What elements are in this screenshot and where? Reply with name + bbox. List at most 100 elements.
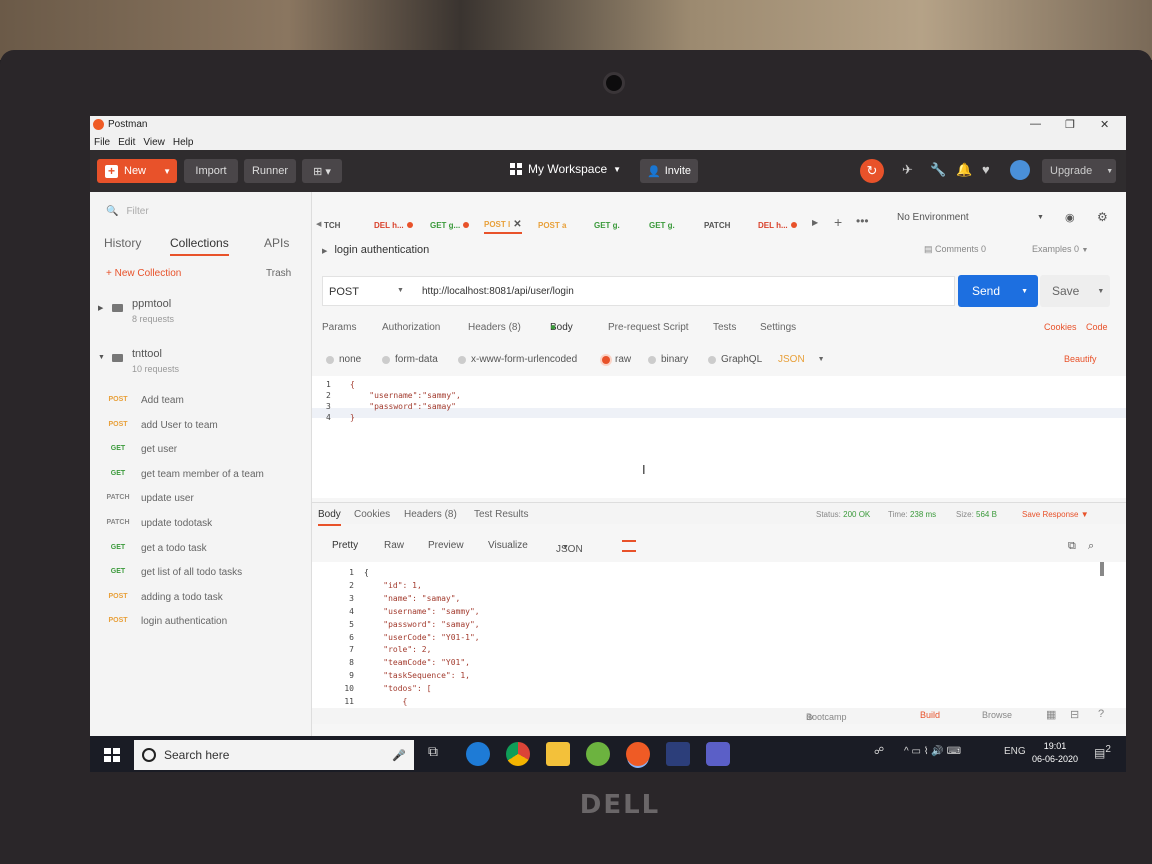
tab-apis[interactable]: APIs bbox=[264, 236, 289, 250]
request-tab[interactable]: TCH bbox=[324, 216, 340, 234]
radio-raw[interactable]: raw bbox=[602, 354, 631, 365]
view-raw[interactable]: Raw bbox=[384, 540, 404, 551]
request-tab[interactable]: GET g... bbox=[430, 216, 470, 234]
chevron-right-icon[interactable]: ▶ bbox=[812, 218, 818, 227]
more-icon[interactable]: ••• bbox=[856, 214, 869, 228]
menu-view[interactable]: View bbox=[143, 137, 165, 148]
upgrade-button[interactable]: Upgrade ▼ bbox=[1042, 159, 1116, 183]
body-format-select[interactable]: JSON ▼ bbox=[778, 354, 825, 365]
copy-icon[interactable]: ⧉ bbox=[1068, 540, 1076, 553]
taskbar-search[interactable]: Search here 🎤 bbox=[134, 740, 414, 770]
tab-response-headers[interactable]: Headers (8) bbox=[404, 509, 457, 520]
radio-none[interactable]: none bbox=[326, 354, 361, 365]
build-link[interactable]: Build bbox=[920, 710, 940, 720]
code-link[interactable]: Code bbox=[1086, 322, 1108, 332]
search-icon[interactable]: ⌕ bbox=[1088, 540, 1094, 553]
chevron-down-icon[interactable]: ▼ bbox=[163, 167, 171, 176]
tab-test-results[interactable]: Test Results bbox=[474, 509, 528, 520]
avatar[interactable] bbox=[1010, 160, 1030, 180]
chevron-right-icon[interactable]: ▶ bbox=[322, 248, 327, 255]
help-icon[interactable]: ? bbox=[1098, 708, 1104, 720]
task-view-icon[interactable]: ⧉ bbox=[428, 743, 438, 760]
environment-selector[interactable]: No Environment ▼ ◉ ⚙ bbox=[897, 210, 1108, 224]
wrench-icon[interactable]: 🔧 bbox=[930, 162, 946, 178]
two-pane-icon[interactable]: ⊟ bbox=[1070, 708, 1079, 721]
request-body-editor[interactable]: 1 {2 "username":"sammy", 3 "password":"sam… bbox=[312, 376, 1126, 498]
system-tray-icons[interactable]: ^ ▭ ⌇ 🔊 ⌨ bbox=[904, 746, 961, 757]
list-item[interactable]: PATCH update user bbox=[90, 488, 312, 512]
request-tab[interactable]: GET g. bbox=[594, 216, 620, 234]
heart-icon[interactable]: ♥ bbox=[982, 162, 990, 177]
save-button[interactable]: Save ▼ bbox=[1040, 275, 1110, 307]
code-line[interactable]: } bbox=[350, 413, 355, 422]
list-item[interactable]: GET get team member of a team bbox=[90, 464, 312, 488]
request-tab[interactable]: PATCH bbox=[704, 216, 730, 234]
notification-icon[interactable]: ▤2 bbox=[1094, 744, 1111, 760]
send-button[interactable]: Send ▼ bbox=[958, 275, 1038, 307]
examples-dropdown[interactable]: Examples 0 ▼ bbox=[1032, 244, 1088, 254]
method-select[interactable]: POST bbox=[329, 286, 359, 298]
import-button[interactable]: Import bbox=[184, 159, 238, 183]
eye-icon[interactable]: ◉ bbox=[1065, 211, 1075, 224]
list-item[interactable]: POST adding a todo task bbox=[90, 587, 312, 611]
menu-file[interactable]: File bbox=[94, 137, 110, 148]
close-icon[interactable]: ✕ bbox=[513, 219, 521, 230]
view-pretty[interactable]: Pretty bbox=[332, 540, 358, 551]
gear-icon[interactable]: ⚙ bbox=[1097, 210, 1108, 224]
wrap-lines-icon[interactable] bbox=[622, 540, 636, 552]
view-visualize[interactable]: Visualize bbox=[488, 540, 528, 551]
file-explorer-icon[interactable] bbox=[546, 742, 570, 766]
edge-icon[interactable] bbox=[466, 742, 490, 766]
comments-link[interactable]: ▤ Comments 0 bbox=[924, 244, 986, 255]
collection-tnttool[interactable]: ▼ tnttool 10 requests bbox=[98, 348, 298, 380]
sync-icon[interactable]: ↻ bbox=[860, 159, 884, 183]
radio-graphql[interactable]: GraphQL bbox=[708, 354, 762, 365]
url-input[interactable]: http://localhost:8081/api/user/login bbox=[422, 286, 574, 297]
teams-icon[interactable] bbox=[706, 742, 730, 766]
layout-icon[interactable]: ▦ bbox=[1046, 708, 1056, 721]
postman-taskbar-icon[interactable] bbox=[626, 742, 650, 766]
trash-link[interactable]: Trash bbox=[266, 268, 291, 279]
new-window-button[interactable]: ⊞ ▾ bbox=[302, 159, 342, 183]
tab-settings[interactable]: Settings bbox=[760, 322, 796, 333]
filter-input[interactable]: 🔍 Filter bbox=[106, 206, 149, 217]
request-tab-active[interactable]: POST l ✕ bbox=[484, 216, 522, 234]
list-item[interactable]: POST Add team bbox=[90, 390, 312, 414]
chrome-icon[interactable] bbox=[506, 742, 530, 766]
cookies-link[interactable]: Cookies bbox=[1044, 322, 1077, 332]
menu-help[interactable]: Help bbox=[173, 137, 194, 148]
workspace-selector[interactable]: My Workspace ▼ bbox=[510, 162, 621, 176]
request-tab[interactable]: GET g. bbox=[649, 216, 675, 234]
tab-params[interactable]: Params bbox=[322, 322, 356, 333]
radio-binary[interactable]: binary bbox=[648, 354, 688, 365]
windows-start-icon[interactable] bbox=[104, 748, 120, 762]
browse-link[interactable]: Browse bbox=[982, 710, 1012, 720]
beautify-link[interactable]: Beautify bbox=[1064, 354, 1097, 364]
chevron-down-icon[interactable]: ▼ bbox=[397, 287, 404, 294]
invite-button[interactable]: 👤 Invite bbox=[640, 159, 698, 183]
add-tab-icon[interactable]: + bbox=[834, 214, 842, 230]
request-tab[interactable]: POST a bbox=[538, 216, 566, 234]
tab-response-body[interactable]: Body bbox=[318, 509, 341, 526]
clock[interactable]: 19:01 06-06-2020 bbox=[1032, 740, 1078, 766]
tab-headers[interactable]: Headers (8) bbox=[468, 322, 521, 333]
microphone-icon[interactable]: 🎤 bbox=[392, 749, 406, 762]
code-line[interactable]: { bbox=[350, 380, 355, 389]
chevron-down-icon[interactable]: ▼ bbox=[1097, 288, 1104, 295]
chevron-down-icon[interactable]: ▼ bbox=[1021, 288, 1028, 295]
spring-tool-icon[interactable] bbox=[586, 742, 610, 766]
chevron-left-icon[interactable]: ◀ bbox=[316, 220, 321, 228]
tab-history[interactable]: History bbox=[104, 236, 141, 250]
collection-ppmtool[interactable]: ▶ ppmtool 8 requests bbox=[98, 298, 298, 330]
runner-button[interactable]: Runner bbox=[244, 159, 296, 183]
radio-urlencoded[interactable]: x-www-form-urlencoded bbox=[458, 354, 577, 365]
menu-edit[interactable]: Edit bbox=[118, 137, 135, 148]
tab-tests[interactable]: Tests bbox=[713, 322, 736, 333]
scrollbar[interactable] bbox=[1100, 562, 1104, 576]
satellite-icon[interactable]: ✈ bbox=[902, 162, 913, 178]
list-item[interactable]: GET get list of all todo tasks bbox=[90, 562, 312, 586]
bell-icon[interactable]: 🔔 bbox=[956, 162, 972, 178]
radio-form-data[interactable]: form-data bbox=[382, 354, 438, 365]
new-button[interactable]: + New ▼ bbox=[97, 159, 177, 183]
close-button[interactable]: ✕ bbox=[1100, 118, 1109, 131]
